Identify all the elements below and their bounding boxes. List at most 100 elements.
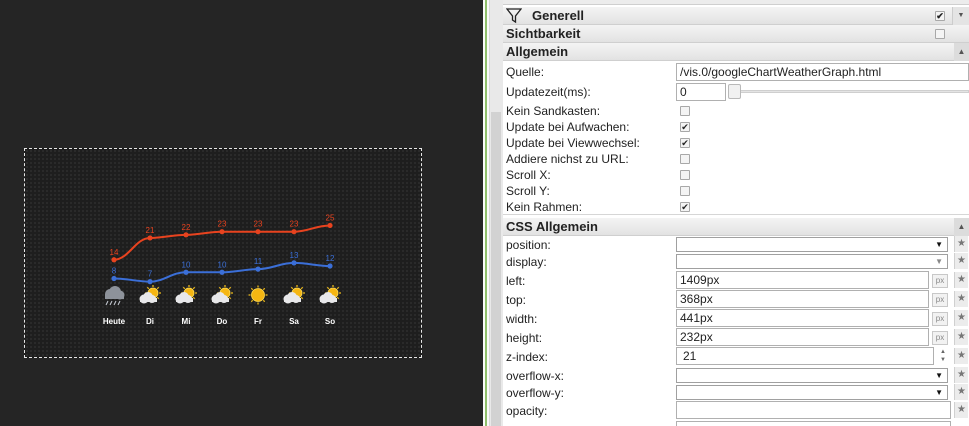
check-row: Addiere nichst zu URL:: [503, 151, 969, 167]
high-value-label: 25: [326, 213, 335, 222]
overflowy-select[interactable]: ▼: [676, 385, 948, 400]
display-select[interactable]: ▼: [676, 254, 948, 269]
check-row-label: Update bei Viewwechsel:: [506, 136, 640, 150]
updatezeit-label: Updatezeit(ms):: [506, 85, 591, 99]
overflowx-label: overflow-x:: [506, 369, 565, 383]
panel-scrollbar[interactable]: [490, 0, 503, 426]
low-point: [219, 269, 225, 275]
check-row-checkbox[interactable]: [680, 138, 690, 148]
check-row-label: Update bei Aufwachen:: [506, 120, 630, 134]
star-icon[interactable]: ★: [954, 253, 968, 269]
low-value-label: 10: [182, 260, 191, 269]
day-label: Di: [146, 317, 154, 326]
chevron-down-icon[interactable]: ▼: [952, 7, 969, 25]
height-input[interactable]: 232px: [676, 328, 929, 346]
star-icon[interactable]: ★: [954, 384, 968, 400]
next-property-input[interactable]: [676, 421, 951, 426]
check-row-checkbox[interactable]: [680, 202, 690, 212]
high-value-label: 14: [110, 248, 119, 257]
day-label: Sa: [289, 317, 299, 326]
chevron-up-icon[interactable]: ▲: [954, 43, 969, 61]
sun-cloud-icon: [139, 285, 161, 304]
high-point: [291, 229, 297, 235]
high-point: [183, 232, 189, 238]
scrollbar-thumb[interactable]: [491, 112, 501, 426]
splitter-accent: [485, 0, 487, 426]
star-icon[interactable]: ★: [954, 310, 968, 326]
check-row-checkbox[interactable]: [680, 170, 690, 180]
sun-icon: [248, 285, 268, 305]
low-value-label: 13: [290, 251, 299, 260]
section-divider: [503, 214, 969, 215]
sichtbarkeit-checkbox[interactable]: [935, 29, 945, 39]
generell-checkbox[interactable]: [935, 11, 945, 21]
high-point: [255, 229, 261, 235]
updatezeit-input[interactable]: 0: [676, 83, 726, 101]
star-icon[interactable]: ★: [954, 348, 968, 364]
quelle-input[interactable]: /vis.0/googleChartWeatherGraph.html: [676, 63, 969, 81]
zindex-input[interactable]: 21: [676, 347, 934, 365]
group-allgemein-label: Allgemein: [506, 44, 569, 59]
check-row-label: Addiere nichst zu URL:: [506, 152, 629, 166]
day-label: Heute: [103, 317, 126, 326]
check-row-checkbox[interactable]: [680, 154, 690, 164]
check-row: Kein Rahmen:: [503, 199, 969, 215]
dropdown-arrow-icon: ▼: [935, 257, 943, 266]
panel-top-strip: [503, 0, 969, 5]
overflowx-select[interactable]: ▼: [676, 368, 948, 383]
group-css-allgemein[interactable]: CSS Allgemein ▲: [503, 218, 969, 236]
updatezeit-slider-handle[interactable]: [728, 84, 741, 99]
low-value-label: 10: [218, 260, 227, 269]
chevron-up-icon[interactable]: ▲: [954, 218, 969, 236]
overflowy-label: overflow-y:: [506, 386, 565, 400]
height-label: height:: [506, 331, 543, 345]
star-icon[interactable]: ★: [954, 402, 968, 418]
group-generell[interactable]: Generell ▼: [503, 7, 969, 25]
sun-cloud-icon: [211, 285, 233, 304]
updatezeit-slider-track[interactable]: [732, 90, 969, 93]
weather-graph-widget[interactable]: 14 21 22 23 23 23 25 8 7 10 10 11 13 12 Heute Di Mi Do Fr S…: [24, 148, 422, 358]
star-icon[interactable]: ★: [954, 329, 968, 345]
check-row-checkbox[interactable]: [680, 106, 690, 116]
width-unit[interactable]: px: [932, 312, 948, 326]
check-row-checkbox[interactable]: [680, 122, 690, 132]
height-unit[interactable]: px: [932, 331, 948, 345]
star-icon[interactable]: ★: [954, 367, 968, 383]
left-input[interactable]: 1409px: [676, 271, 929, 289]
low-point: [111, 275, 117, 282]
low-point: [327, 263, 333, 269]
top-input[interactable]: 368px: [676, 290, 929, 308]
opacity-input[interactable]: [676, 401, 951, 419]
group-sichtbarkeit[interactable]: Sichtbarkeit: [503, 25, 969, 43]
group-allgemein[interactable]: Allgemein ▲: [503, 43, 969, 61]
star-icon[interactable]: ★: [954, 272, 968, 288]
star-icon[interactable]: ★: [954, 291, 968, 307]
storm-cloud-icon: [105, 286, 125, 306]
day-label: Mi: [182, 317, 191, 326]
high-point: [147, 235, 153, 241]
check-row: Scroll X:: [503, 167, 969, 183]
check-row-label: Kein Rahmen:: [506, 200, 583, 214]
filter-icon: [506, 8, 522, 24]
high-value-label: 22: [182, 223, 191, 232]
high-value-label: 23: [218, 220, 227, 229]
left-unit[interactable]: px: [932, 274, 948, 288]
position-select[interactable]: ▼: [676, 237, 948, 252]
zindex-spinner[interactable]: ▲ ▼: [938, 348, 948, 364]
check-row: Update bei Viewwechsel:: [503, 135, 969, 151]
high-value-label: 21: [146, 226, 155, 235]
low-point: [147, 279, 153, 285]
check-row: Scroll Y:: [503, 183, 969, 199]
dropdown-arrow-icon: ▼: [935, 240, 943, 249]
opacity-label: opacity:: [506, 404, 548, 418]
check-row-checkbox[interactable]: [680, 186, 690, 196]
width-input[interactable]: 441px: [676, 309, 929, 327]
low-value-label: 7: [148, 270, 153, 279]
top-unit[interactable]: px: [932, 293, 948, 307]
high-point: [219, 229, 225, 235]
attribute-panel: Generell ▼ Sichtbarkeit Allgemein ▲ Quel…: [503, 0, 969, 426]
group-css-allgemein-label: CSS Allgemein: [506, 219, 598, 234]
low-value-label: 11: [254, 257, 263, 266]
star-icon[interactable]: ★: [954, 236, 968, 252]
check-row-label: Scroll X:: [506, 168, 551, 182]
